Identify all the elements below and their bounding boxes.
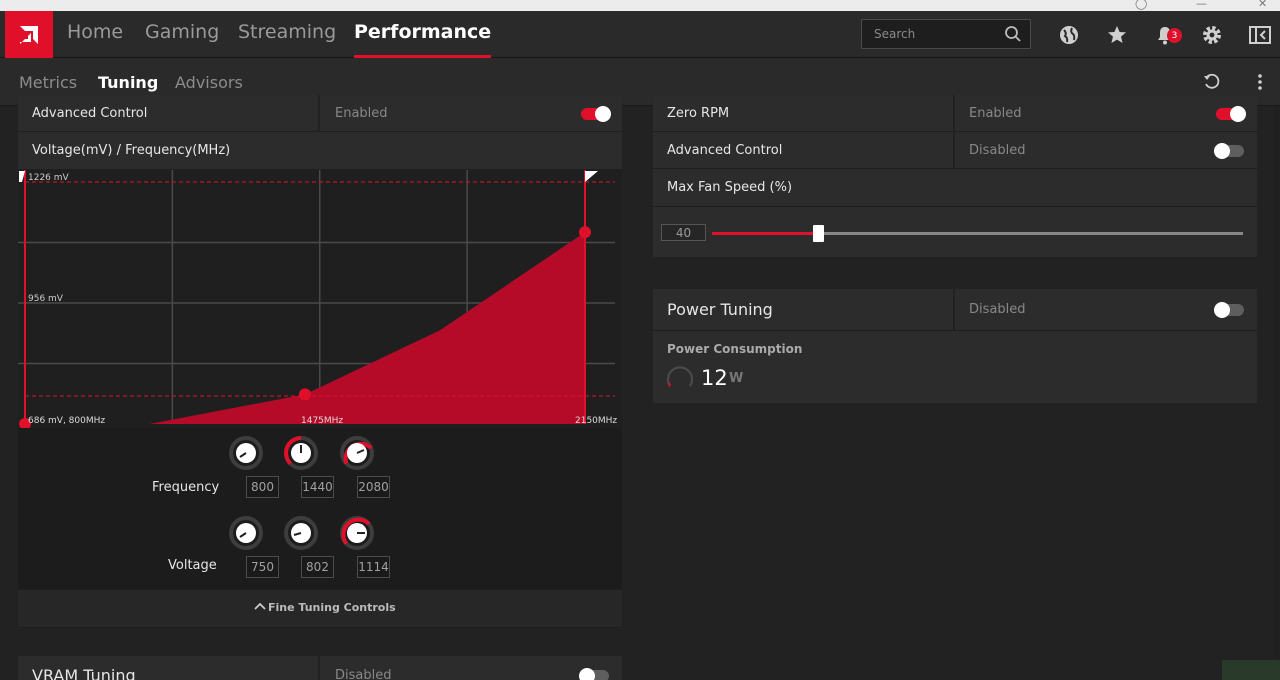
tab-streaming[interactable]: Streaming bbox=[238, 21, 336, 58]
tab-gaming[interactable]: Gaming bbox=[145, 21, 219, 58]
max-fan-speed-thumb[interactable] bbox=[813, 225, 825, 242]
y-label-top: 1226 mV bbox=[28, 173, 70, 183]
tab-home[interactable]: Home bbox=[67, 21, 123, 58]
minimize-icon[interactable]: — bbox=[1196, 0, 1207, 10]
power-tuning-toggle[interactable] bbox=[1214, 302, 1244, 318]
power-tuning-row: Power Tuning Disabled bbox=[653, 289, 1257, 331]
vram-tuning-toggle[interactable] bbox=[579, 668, 609, 680]
reset-icon[interactable] bbox=[1202, 72, 1222, 92]
star-icon[interactable] bbox=[1105, 23, 1129, 47]
power-gauge-icon bbox=[666, 366, 694, 387]
zero-rpm-state: Enabled bbox=[969, 106, 1022, 121]
fan-advanced-control-state: Disabled bbox=[969, 143, 1026, 158]
vram-tuning-label: VRAM Tuning bbox=[32, 666, 136, 680]
chevron-up-icon bbox=[254, 602, 266, 610]
frequency-value-1[interactable]: 800 bbox=[246, 476, 279, 498]
zero-rpm-label: Zero RPM bbox=[667, 106, 730, 121]
voltage-value-3[interactable]: 1114 bbox=[357, 556, 390, 578]
fan-advanced-control-label: Advanced Control bbox=[667, 143, 783, 158]
frequency-label: Frequency bbox=[152, 480, 220, 495]
vf-control-point-3[interactable] bbox=[579, 226, 591, 239]
help-icon[interactable]: ◯ bbox=[1135, 0, 1147, 10]
close-icon[interactable]: ✕ bbox=[1258, 0, 1267, 10]
fine-tuning-label: Fine Tuning Controls bbox=[268, 601, 396, 614]
more-options-icon[interactable] bbox=[1250, 72, 1270, 92]
voltage-value-1[interactable]: 750 bbox=[246, 556, 279, 578]
power-tuning-state: Disabled bbox=[969, 302, 1026, 317]
x-label-max: 2150MHz bbox=[575, 416, 617, 426]
frequency-knob-1[interactable] bbox=[229, 436, 263, 470]
power-consumption-label: Power Consumption bbox=[667, 342, 803, 356]
advanced-control-label: Advanced Control bbox=[32, 106, 148, 121]
fine-tuning-controls-toggle[interactable]: Fine Tuning Controls bbox=[18, 590, 622, 625]
vram-tuning-state: Disabled bbox=[335, 668, 392, 680]
amd-logo-icon bbox=[20, 25, 38, 44]
window-title-strip: ◯ — ✕ bbox=[0, 0, 1280, 11]
scrollbar[interactable] bbox=[1274, 106, 1280, 680]
vf-curve-svg[interactable]: 1226 mV 956 mV 686 mV, 800MHz 1475MHz 21… bbox=[18, 170, 622, 430]
power-tuning-label: Power Tuning bbox=[667, 300, 773, 319]
globe-icon[interactable] bbox=[1057, 23, 1081, 47]
corner-accent bbox=[1222, 660, 1280, 680]
voltage-knob-1[interactable] bbox=[229, 516, 263, 550]
sidebar-toggle-icon[interactable] bbox=[1248, 23, 1272, 47]
gear-icon[interactable] bbox=[1200, 23, 1224, 47]
voltage-value-2[interactable]: 802 bbox=[301, 556, 334, 578]
zero-rpm-toggle[interactable] bbox=[1216, 106, 1246, 122]
power-consumption-unit: W bbox=[729, 371, 744, 386]
max-fan-speed-label: Max Fan Speed (%) bbox=[667, 180, 793, 195]
frequency-knob-2[interactable] bbox=[284, 436, 318, 470]
max-fan-speed-value[interactable]: 40 bbox=[661, 224, 706, 241]
voltage-knob-3[interactable] bbox=[340, 516, 374, 550]
frequency-value-3[interactable]: 2080 bbox=[357, 476, 390, 498]
advanced-control-toggle[interactable] bbox=[581, 106, 611, 122]
zero-rpm-row: Zero RPM Enabled bbox=[653, 95, 1257, 132]
search-box bbox=[861, 19, 1031, 49]
voltage-knob-2[interactable] bbox=[284, 516, 318, 550]
x-label-min: 686 mV, 800MHz bbox=[28, 416, 105, 426]
max-fan-speed-row: Max Fan Speed (%) bbox=[653, 169, 1257, 207]
frequency-knob-3[interactable] bbox=[340, 436, 374, 470]
x-label-mid: 1475MHz bbox=[301, 416, 343, 426]
fan-advanced-control-toggle[interactable] bbox=[1214, 143, 1244, 159]
vf-control-point-2[interactable] bbox=[299, 388, 311, 401]
vf-curve-title: Voltage(mV) / Frequency(MHz) bbox=[32, 143, 231, 158]
tab-performance[interactable]: Performance bbox=[354, 21, 492, 58]
vram-tuning-row: VRAM Tuning Disabled bbox=[18, 656, 622, 680]
amd-logo[interactable] bbox=[5, 11, 53, 58]
advanced-control-state: Enabled bbox=[335, 106, 388, 121]
advanced-control-row: Advanced Control Enabled bbox=[18, 95, 622, 132]
y-label-mid: 956 mV bbox=[28, 294, 64, 304]
search-icon[interactable] bbox=[1004, 25, 1022, 43]
frequency-value-2[interactable]: 1440 bbox=[301, 476, 334, 498]
top-navigation: Home Gaming Streaming Performance 3 bbox=[0, 11, 1280, 58]
vf-curve-chart[interactable]: 1226 mV 956 mV 686 mV, 800MHz 1475MHz 21… bbox=[18, 170, 622, 430]
right-clamp-handle bbox=[585, 171, 598, 182]
fan-advanced-control-row: Advanced Control Disabled bbox=[653, 132, 1257, 169]
vf-curve-header: Voltage(mV) / Frequency(MHz) bbox=[18, 132, 622, 170]
voltage-label: Voltage bbox=[168, 558, 217, 573]
search-input[interactable] bbox=[862, 20, 1002, 48]
power-consumption-value: 12 bbox=[701, 366, 728, 390]
notification-badge: 3 bbox=[1167, 28, 1182, 43]
vf-knob-controls: Frequency Voltage 800 1440 2080 750 802 … bbox=[18, 428, 622, 590]
max-fan-speed-fill bbox=[712, 232, 819, 235]
